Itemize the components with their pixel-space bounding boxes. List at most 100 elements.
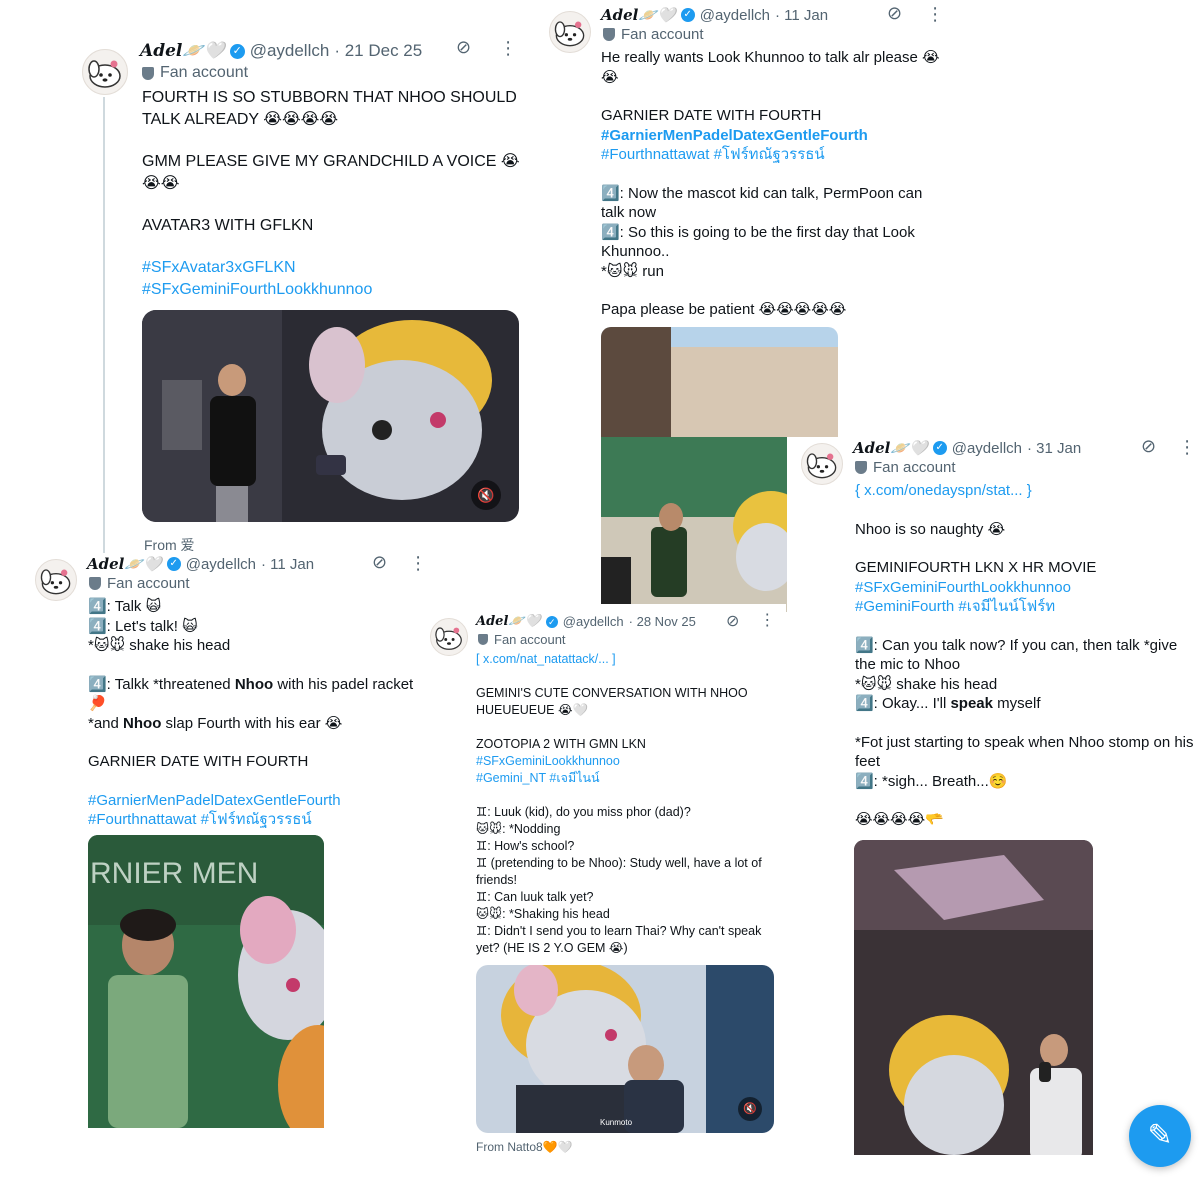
post-video[interactable]: 🔇: [142, 310, 519, 522]
post-actions: ⊘ ⋮: [456, 37, 517, 58]
post-paragraph: ZOOTOPIA 2 WITH GMN LKN: [476, 737, 646, 751]
hashtag-link[interactable]: #Gemini_NT #เจมีไนน์: [476, 770, 778, 787]
display-name[interactable]: Adel🪐🤍: [853, 439, 928, 457]
grok-icon[interactable]: ⊘: [456, 37, 471, 58]
post-date[interactable]: · 28 Nov 25: [629, 614, 696, 629]
post-header: Adel🪐🤍 ✓ @aydellch · 28 Nov 25: [476, 614, 696, 629]
avatar[interactable]: [801, 443, 843, 485]
post-paragraph: GMM PLEASE GIVE MY GRANDCHILD A VOICE 😭😭…: [142, 153, 520, 192]
hashtag-link[interactable]: #GarnierMenPadelDatexGentleFourth: [601, 126, 941, 146]
video-frame: RNIER MEN: [88, 835, 324, 1128]
hashtag-link[interactable]: #SFxAvatar3xGFLKN: [142, 257, 522, 279]
dialogue-line: ♊: Didn't I send you to learn Thai? Why …: [476, 924, 762, 955]
post-text: FOURTH IS SO STUBBORN THAT NHOO SHOULD T…: [142, 87, 522, 301]
post-paragraph: Papa please be patient 😭😭😭😭😭: [601, 301, 847, 318]
hashtag-link[interactable]: #GarnierMenPadelDatexGentleFourth: [88, 791, 428, 811]
badge-text: Fan account: [160, 64, 249, 81]
handle[interactable]: @aydellch: [700, 7, 770, 24]
grok-icon[interactable]: ⊘: [887, 3, 902, 24]
compose-button[interactable]: ✎: [1129, 1105, 1191, 1167]
post-text: { x.com/onedayspn/stat... } Nhoo is so n…: [855, 481, 1197, 830]
dialogue-line: *🐱🐭 shake his head: [855, 675, 998, 693]
verified-badge-icon: ✓: [932, 441, 947, 455]
dialogue-line: 4️⃣: Talk 🙀: [88, 598, 162, 615]
post-actions: ⊘ ⋮: [372, 553, 427, 573]
post-date[interactable]: · 11 Jan: [775, 7, 828, 24]
dialogue-part: slap Fourth with his ear 😭: [161, 714, 343, 732]
post-card-3: Adel🪐🤍 ✓ @aydellch · 31 Jan Fan account …: [787, 437, 1200, 1155]
post-date[interactable]: · 11 Jan: [261, 556, 314, 573]
shield-icon: [855, 461, 867, 474]
badge-text: Fan account: [494, 632, 566, 647]
display-name[interactable]: Adel🪐🤍: [140, 41, 225, 61]
quote-link[interactable]: { x.com/onedayspn/stat... }: [855, 481, 1197, 501]
dialogue-line: 4️⃣: Let's talk! 🙀: [88, 617, 198, 635]
volume-off-icon[interactable]: 🔇: [471, 480, 501, 510]
display-name[interactable]: Adel🪐🤍: [87, 555, 162, 573]
dialogue-part: 4️⃣: Talkk *threatened: [88, 675, 235, 693]
more-icon[interactable]: ⋮: [499, 39, 517, 57]
avatar[interactable]: [549, 11, 591, 53]
hashtag-link[interactable]: #SFxGeminiLookkhunnoo: [476, 753, 778, 770]
post-video[interactable]: Kunmoto 🔇: [476, 965, 774, 1133]
banner-text: RNIER MEN: [90, 857, 258, 890]
dialogue-bold: Nhoo: [234, 675, 274, 693]
hashtag-link[interactable]: #GeminiFourth #เจมีไนน์โฟร์ท: [855, 597, 1197, 617]
display-name[interactable]: Adel🪐🤍: [601, 6, 676, 24]
handle[interactable]: @aydellch: [563, 614, 624, 629]
fan-account-label: Fan account: [603, 26, 704, 43]
post-paragraph: GEMINIFOURTH LKN X HR MOVIE: [855, 559, 1097, 576]
video-frame: [854, 840, 1093, 1155]
fan-account-label: Fan account: [478, 632, 566, 647]
volume-off-icon[interactable]: 🔇: [738, 1097, 762, 1121]
hashtag-link[interactable]: #Fourthnattawat #โฟร์ทณัฐวรรธน์: [601, 145, 941, 165]
grok-icon[interactable]: ⊘: [1141, 437, 1156, 457]
hashtag-link[interactable]: #Fourthnattawat #โฟร์ทณัฐวรรธน์: [88, 810, 428, 830]
post-date[interactable]: · 21 Dec 25: [334, 41, 422, 61]
post-card-1: Adel🪐🤍 ✓ @aydellch · 21 Dec 25 Fan accou…: [66, 35, 534, 565]
handle[interactable]: @aydellch: [952, 440, 1022, 457]
post-header: Adel🪐🤍 ✓ @aydellch · 11 Jan: [87, 555, 314, 573]
verified-badge-icon: ✓: [680, 8, 695, 22]
more-icon[interactable]: ⋮: [1178, 438, 1196, 456]
post-header: Adel🪐🤍 ✓ @aydellch · 21 Dec 25: [140, 41, 422, 61]
avatar[interactable]: [430, 618, 468, 656]
dialogue-line: *Fot just starting to speak when Nhoo st…: [855, 733, 1194, 771]
shield-icon: [89, 577, 101, 590]
post-video[interactable]: RNIER MEN: [88, 835, 324, 1128]
cartoon-dog-avatar-icon: [806, 453, 837, 479]
video-frame: [142, 310, 519, 522]
post-actions: ⊘ ⋮: [726, 611, 775, 631]
cartoon-dog-avatar-icon: [554, 21, 585, 47]
shield-icon: [603, 28, 615, 41]
post-paragraph: He really wants Look Khunnoo to talk alr…: [601, 49, 940, 86]
avatar[interactable]: [82, 49, 128, 95]
dialogue-line: ♊: Can luuk talk yet?: [476, 890, 594, 904]
cartoon-dog-avatar-icon: [88, 60, 121, 88]
avatar[interactable]: [35, 559, 77, 601]
more-icon[interactable]: ⋮: [409, 554, 427, 572]
grok-icon[interactable]: ⊘: [372, 553, 387, 573]
dialogue-part: 4️⃣: Okay... I'll: [855, 695, 951, 712]
dialogue-bold: speak: [950, 695, 993, 712]
display-name[interactable]: Adel🪐🤍: [476, 614, 541, 629]
dialogue-line: 4️⃣: Talkk *threatened Nhoo with his pad…: [88, 675, 428, 714]
badge-text: Fan account: [107, 575, 190, 592]
dialogue-line: 4️⃣: Can you talk now? If you can, then …: [855, 636, 1178, 674]
post-text: He really wants Look Khunnoo to talk alr…: [601, 48, 941, 320]
hashtag-link[interactable]: #SFxGeminiFourthLookkhunnoo: [855, 578, 1197, 598]
badge-text: Fan account: [873, 459, 956, 476]
more-icon[interactable]: ⋮: [759, 613, 775, 629]
quote-link[interactable]: [ x.com/nat_natattack/... ]: [476, 651, 778, 668]
video-frame: Kunmoto: [476, 965, 774, 1133]
handle[interactable]: @aydellch: [250, 41, 330, 61]
hashtag-link[interactable]: #SFxGeminiFourthLookkhunnoo: [142, 279, 522, 301]
post-date[interactable]: · 31 Jan: [1027, 440, 1081, 457]
grok-icon[interactable]: ⊘: [726, 611, 739, 631]
post-video[interactable]: [854, 840, 1093, 1155]
post-card-5: Adel🪐🤍 ✓ @aydellch · 28 Nov 25 Fan accou…: [416, 604, 786, 1164]
video-caption: Kunmoto: [600, 1118, 633, 1127]
handle[interactable]: @aydellch: [186, 556, 256, 573]
post-header: Adel🪐🤍 ✓ @aydellch · 11 Jan: [601, 6, 828, 24]
more-icon[interactable]: ⋮: [926, 5, 944, 23]
